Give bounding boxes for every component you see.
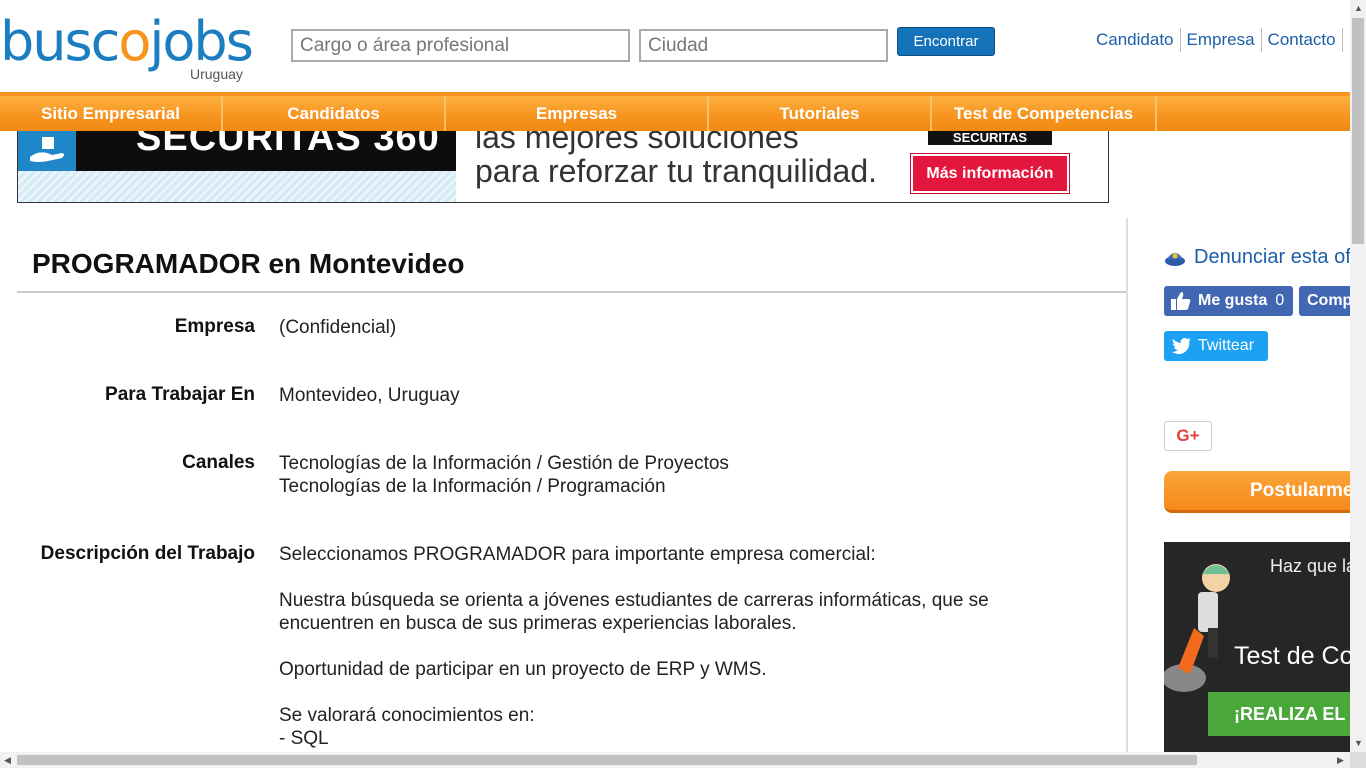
- nav-item-empresas[interactable]: Empresas: [446, 96, 709, 131]
- logo-part-busc: busc: [0, 10, 120, 73]
- apply-button[interactable]: Postularme: [1164, 471, 1350, 513]
- facebook-like-button[interactable]: Me gusta 0: [1164, 286, 1293, 316]
- scroll-right-icon[interactable]: ▶: [1337, 755, 1344, 766]
- logo-country: Uruguay: [190, 66, 243, 82]
- descripcion-line: Seleccionamos PROGRAMADOR para important…: [279, 544, 876, 565]
- facebook-share-button[interactable]: Comp: [1299, 286, 1350, 316]
- google-plus-button[interactable]: G+: [1164, 421, 1212, 451]
- nav-item-sitio-empresarial[interactable]: Sitio Empresarial: [0, 96, 223, 131]
- promo-headline: Haz que la: [1270, 556, 1350, 576]
- vertical-scroll-thumb[interactable]: [1352, 18, 1364, 244]
- empresa-value: (Confidencial): [279, 317, 397, 338]
- descripcion-line: Se valorará conocimientos en:: [279, 705, 535, 726]
- horizontal-scrollbar[interactable]: ◀ ▶: [0, 752, 1350, 768]
- police-cap-icon: [1165, 252, 1185, 266]
- lugar-label: Para Trabajar En: [105, 384, 255, 405]
- descripcion-line: [279, 635, 989, 658]
- descripcion-line: Oportunidad de participar en un proyecto…: [279, 659, 767, 680]
- twitter-bird-icon: [1172, 337, 1191, 354]
- descripcion-line: Nuestra búsqueda se orienta a jóvenes es…: [279, 590, 989, 611]
- banner-hand-icon: [18, 131, 76, 171]
- tweet-label: Twittear: [1198, 337, 1255, 354]
- canales-values: Tecnologías de la Información / Gestión …: [279, 452, 729, 498]
- scrollbar-corner: [1350, 752, 1366, 768]
- banner-line2: para reforzar tu tranquilidad.: [475, 153, 877, 189]
- promo-title: Test de Com: [1234, 642, 1350, 670]
- descripcion-line: [279, 681, 989, 704]
- find-button[interactable]: Encontrar: [897, 27, 995, 56]
- header: buscojobs Uruguay Cargo o área profesion…: [0, 0, 1350, 92]
- facebook-like-label: Me gusta: [1198, 292, 1268, 309]
- tweet-button[interactable]: Twittear: [1164, 331, 1268, 361]
- banner-brand: SECURITAS 360: [136, 131, 440, 159]
- nav-item-candidatos[interactable]: Candidatos: [223, 96, 446, 131]
- job-detail-panel: PROGRAMADOR en Montevideo Empresa (Confi…: [17, 218, 1128, 758]
- descripcion-label: Descripción del Trabajo: [40, 543, 255, 564]
- descripcion-text: Seleccionamos PROGRAMADOR para important…: [279, 543, 989, 750]
- canal-item[interactable]: Tecnologías de la Información / Programa…: [279, 475, 729, 498]
- buscojobs-logo[interactable]: buscojobs Uruguay: [0, 10, 260, 86]
- lugar-value: Montevideo, Uruguay: [279, 385, 460, 406]
- link-candidato[interactable]: Candidato: [1090, 28, 1181, 52]
- main-nav: Sitio Empresarial Candidatos Empresas Tu…: [0, 92, 1350, 131]
- banner-ad[interactable]: SECURITAS 360 las mejores soluciones par…: [17, 131, 1109, 203]
- scroll-up-icon[interactable]: ▲: [1354, 3, 1363, 13]
- top-links: Candidato Empresa Contacto: [1090, 28, 1343, 52]
- logo-part-o: o: [118, 10, 151, 73]
- link-empresa[interactable]: Empresa: [1181, 28, 1262, 52]
- nav-item-tutoriales[interactable]: Tutoriales: [709, 96, 932, 131]
- banner-cta-button[interactable]: Más información: [910, 153, 1070, 194]
- canales-label: Canales: [182, 452, 255, 473]
- empresa-label: Empresa: [174, 316, 255, 337]
- logo-wordmark: buscojobs: [0, 10, 254, 74]
- canal-item[interactable]: Tecnologías de la Información / Gestión …: [279, 452, 729, 475]
- job-title: PROGRAMADOR en Montevideo: [32, 248, 465, 279]
- vertical-scrollbar[interactable]: ▲ ▼: [1350, 0, 1366, 752]
- rocket-man-illustration: [1164, 564, 1230, 692]
- link-contacto[interactable]: Contacto: [1262, 28, 1343, 52]
- descripcion-line: encuentren en busca de sus primeras expe…: [279, 613, 797, 634]
- facebook-like-count: 0: [1275, 292, 1285, 309]
- nav-item-test-competencias[interactable]: Test de Competencias: [932, 96, 1157, 131]
- thumbs-up-icon: [1171, 292, 1191, 310]
- scroll-down-icon[interactable]: ▼: [1354, 738, 1363, 748]
- logo-part-jobs: jobs: [149, 10, 253, 73]
- cargo-search-input[interactable]: Cargo o área profesional: [291, 29, 630, 62]
- report-offer-link[interactable]: Denunciar esta ofe: [1164, 246, 1350, 269]
- page: buscojobs Uruguay Cargo o área profesion…: [0, 0, 1366, 768]
- right-sidebar: Denunciar esta ofe Me gusta 0 Comp Twitt…: [1130, 218, 1350, 758]
- promo-test-competencias[interactable]: Haz que la Test de Com ¡REALIZA EL T: [1164, 542, 1350, 758]
- descripcion-line: - SQL: [279, 728, 329, 749]
- report-label: Denunciar esta ofe: [1194, 246, 1350, 268]
- promo-cta[interactable]: ¡REALIZA EL T: [1208, 692, 1350, 736]
- banner-logo: SECURITAS: [928, 131, 1052, 145]
- ciudad-search-input[interactable]: Ciudad: [639, 29, 888, 62]
- descripcion-line: [279, 566, 989, 589]
- scroll-left-icon[interactable]: ◀: [4, 755, 11, 766]
- banner-brand-block: SECURITAS 360: [76, 131, 456, 171]
- title-divider: [17, 291, 1126, 293]
- horizontal-scroll-thumb[interactable]: [17, 755, 1197, 765]
